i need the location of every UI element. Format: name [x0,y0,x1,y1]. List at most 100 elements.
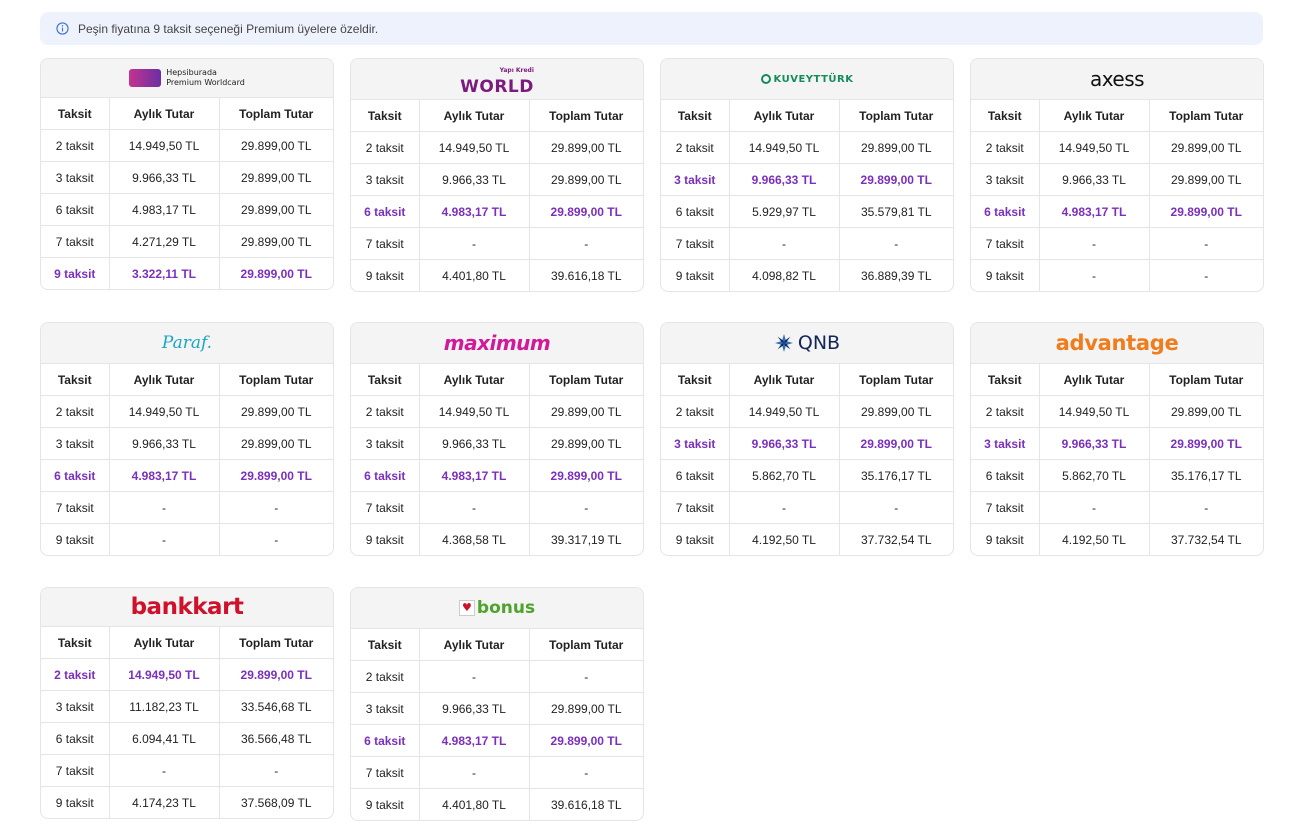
installment-table: Taksit Aylık Tutar Toplam Tutar 2 taksit 14.… [661,364,953,555]
monthly-amount: 4.983,17 TL [109,193,220,226]
installment-row: 7 taksit - - [351,756,643,789]
monthly-column-header: Aylık Tutar [419,364,530,396]
card-logo-header: Yapı Kredi WORLD [351,59,643,100]
monthly-amount: 14.949,50 TL [1039,395,1150,428]
total-amount: 36.566,48 TL [219,722,333,755]
total-amount: 29.899,00 TL [529,163,643,196]
installment-table: Taksit Aylık Tutar Toplam Tutar 2 taksit 14.… [41,627,333,818]
monthly-amount: - [419,227,530,260]
taksit-column-header: Taksit [41,364,110,396]
installment-row: 3 taksit 9.966,33 TL 29.899,00 TL [971,163,1263,196]
installment-row: 6 taksit 6.094,41 TL 36.566,48 TL [41,722,333,755]
installment-count: 7 taksit [351,756,420,789]
installment-row: 7 taksit 4.271,29 TL 29.899,00 TL [41,225,333,258]
installment-count: 9 taksit [41,257,110,289]
installment-count: 9 taksit [351,259,420,291]
installment-count: 2 taksit [351,660,420,693]
monthly-amount: 3.322,11 TL [109,257,220,289]
installment-table: Taksit Aylık Tutar Toplam Tutar 2 taksit - -3… [351,629,643,820]
installment-row: 6 taksit 4.983,17 TL 29.899,00 TL [351,459,643,492]
installment-card-kuveytturk: KUVEYTTÜRK Taksit Aylık Tutar Toplam Tutar… [660,58,954,292]
installment-count: 9 taksit [351,788,420,820]
total-amount: - [1149,491,1263,524]
total-amount: 29.899,00 TL [529,131,643,164]
advantage-logo: advantage [1056,331,1179,355]
installment-count: 6 taksit [351,195,420,228]
monthly-amount: - [1039,259,1150,291]
total-amount: 36.889,39 TL [860,268,932,283]
installment-count: 9 taksit [351,523,420,555]
installment-row: 6 taksit 4.983,17 TL 29.899,00 TL [351,724,643,757]
monthly-amount: 5.862,70 TL [729,459,840,492]
total-amount: 29.899,00 TL [1149,427,1263,460]
monthly-amount: - [729,227,840,260]
monthly-amount: - [419,660,530,693]
monthly-amount: - [1039,491,1150,524]
axess-logo: axess [1090,67,1145,91]
installment-row: 2 taksit 14.949,50 TL 29.899,00 TL [351,131,643,164]
monthly-amount: 9.966,33 TL [419,163,530,196]
heart-icon: ♥ [458,600,475,616]
total-amount: - [839,227,953,260]
total-amount: 29.899,00 TL [839,163,953,196]
installment-count: 3 taksit [971,163,1040,196]
installment-count: 2 taksit [41,129,110,162]
monthly-column-header: Aylık Tutar [1039,364,1150,396]
monthly-amount: 14.949,50 TL [109,129,220,162]
table-header-row: Taksit Aylık Tutar Toplam Tutar [41,627,333,659]
installment-count: 9 taksit [41,786,110,818]
total-amount: - [1204,268,1209,283]
monthly-amount: 9.966,33 TL [419,427,530,460]
monthly-amount: 4.983,17 TL [419,195,530,228]
logo-text: Paraf. [161,333,213,353]
installment-count: 7 taksit [661,227,730,260]
installment-count: 9 taksit [661,523,730,555]
monthly-amount: 9.966,33 TL [109,427,220,460]
installment-count: 7 taksit [41,491,110,524]
total-amount: 39.616,18 TL [550,797,622,812]
installment-card-bankkart: bankkart Taksit Aylık Tutar Toplam Tutar 2 … [40,587,334,819]
logo-line-2: Premium Worldcard [166,78,245,87]
installment-row: 3 taksit 9.966,33 TL 29.899,00 TL [971,427,1263,460]
installment-row: 2 taksit 14.949,50 TL 29.899,00 TL [661,395,953,428]
installment-count: 9 taksit [971,523,1040,555]
installment-count: 3 taksit [351,163,420,196]
total-amount: 29.899,00 TL [219,427,333,460]
table-header-row: Taksit Aylık Tutar Toplam Tutar [661,364,953,396]
hepsiburada-logo: Hepsiburada Premium Worldcard [129,68,245,88]
installment-count: 2 taksit [351,131,420,164]
taksit-column-header: Taksit [41,627,110,659]
installment-count: 7 taksit [41,754,110,787]
installment-row: 7 taksit - - [41,754,333,787]
monthly-column-header: Aylık Tutar [729,364,840,396]
installment-count: 9 taksit [971,259,1040,291]
installment-count: 2 taksit [971,131,1040,164]
installment-row: 3 taksit 9.966,33 TL 29.899,00 TL [351,427,643,460]
monthly-amount: 5.929,97 TL [729,195,840,228]
total-amount: 29.899,00 TL [219,459,333,492]
installment-row: 7 taksit - - [661,227,953,260]
total-column-header: Toplam Tutar [529,629,643,661]
taksit-column-header: Taksit [661,100,730,132]
installment-table: Taksit Aylık Tutar Toplam Tutar 2 taksit 14.… [661,100,953,291]
installment-row: 3 taksit 9.966,33 TL 29.899,00 TL [661,163,953,196]
installment-count: 2 taksit [661,131,730,164]
total-amount: 29.899,00 TL [219,193,333,226]
monthly-amount: - [419,756,530,789]
monthly-amount: 9.966,33 TL [729,427,840,460]
total-column-header: Toplam Tutar [1149,364,1263,396]
installment-count: 3 taksit [41,161,110,194]
total-amount: 29.899,00 TL [529,195,643,228]
installment-row: 9 taksit 4.174,23 TL 37.568,09 TL [41,786,333,818]
installment-count: 7 taksit [971,227,1040,260]
installment-row: 9 taksit - - [971,259,1263,291]
total-amount: 29.899,00 TL [529,395,643,428]
table-header-row: Taksit Aylık Tutar Toplam Tutar [351,100,643,132]
installment-count: 7 taksit [971,491,1040,524]
monthly-amount: 4.271,29 TL [109,225,220,258]
monthly-amount: 6.094,41 TL [109,722,220,755]
total-column-header: Toplam Tutar [219,627,333,659]
installment-row: 2 taksit 14.949,50 TL 29.899,00 TL [41,129,333,162]
qnb-star-icon [774,334,793,352]
kuveytturk-emblem-icon [760,74,771,84]
